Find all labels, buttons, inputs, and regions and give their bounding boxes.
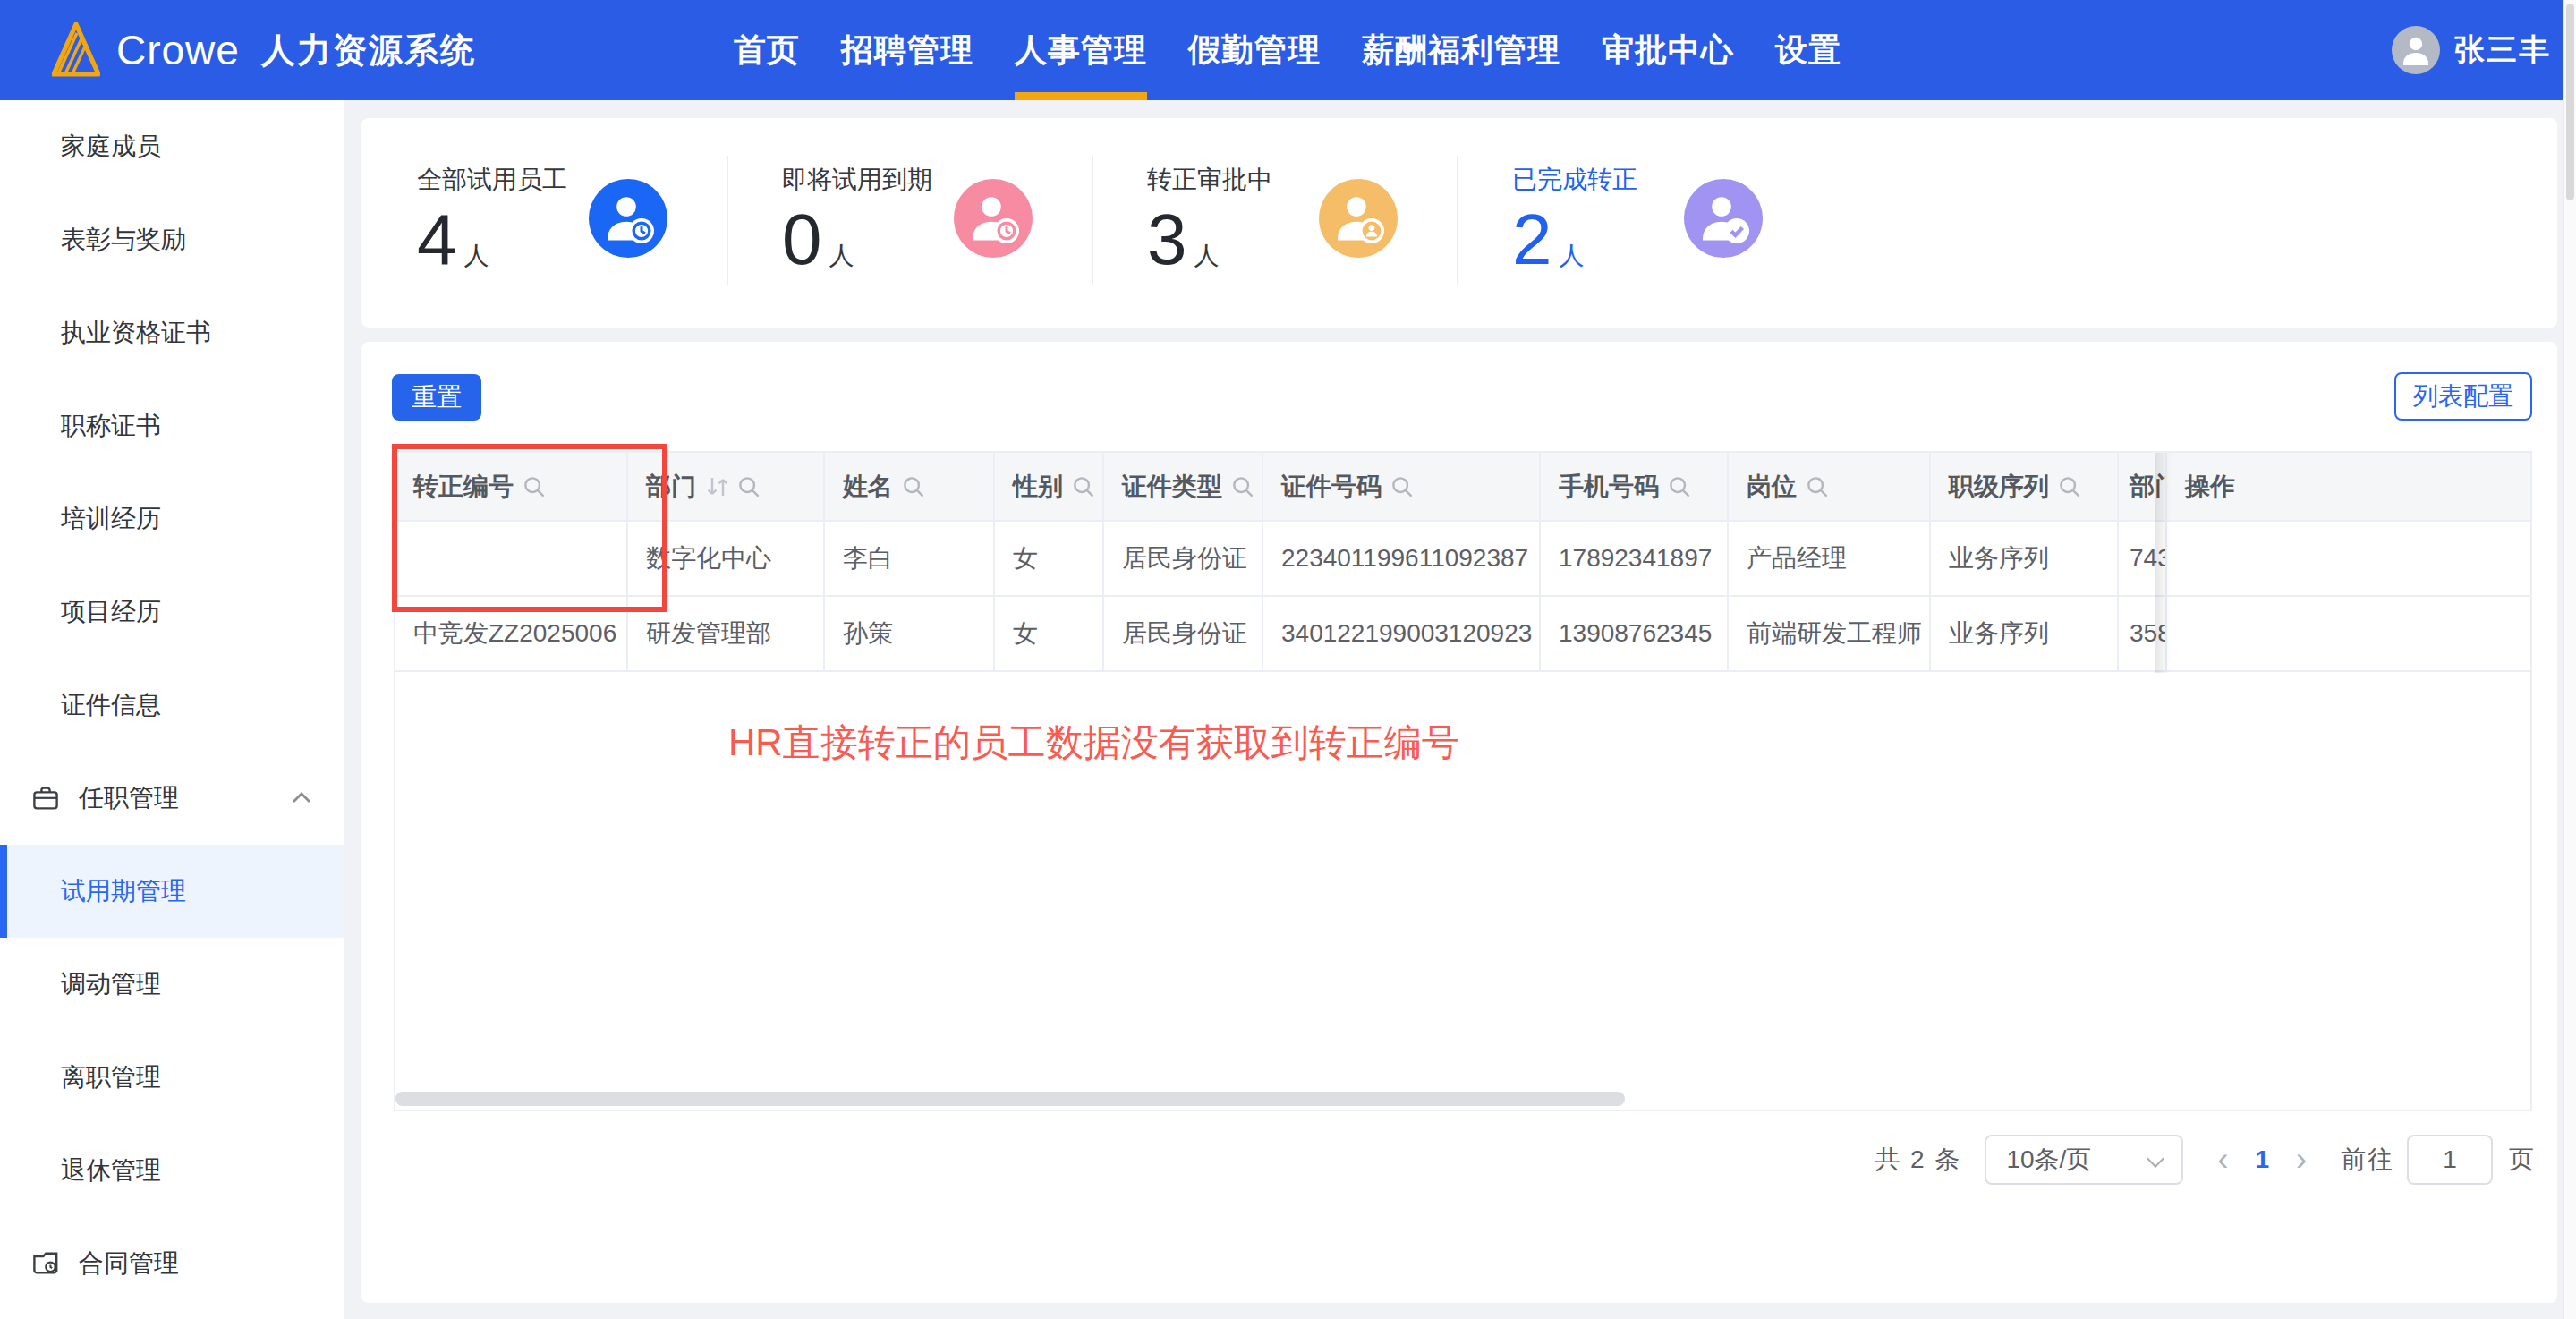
page-scrollbar[interactable]: [2563, 0, 2576, 1319]
brand-name: Crowe: [116, 26, 240, 74]
user-name: 张三丰: [2454, 30, 2551, 71]
page-size-select[interactable]: 10条/页: [1985, 1135, 2183, 1185]
search-icon[interactable]: [1668, 475, 1691, 498]
sidebar-item-probation[interactable]: 试用期管理: [0, 845, 344, 938]
nav-item-approval[interactable]: 审批中心: [1581, 0, 1755, 100]
probation-table: 转正编号 部门 姓名 性别 证件类型 证件号码 手机号码 岗位 职级序列 部门 …: [394, 451, 2532, 1111]
next-page-button[interactable]: ›: [2296, 1135, 2307, 1185]
col-header-id-type: 证件类型: [1103, 453, 1262, 521]
stat-value: 3: [1147, 199, 1187, 281]
user-badge-icon: [1319, 179, 1398, 258]
stat-value: 2: [1512, 199, 1552, 281]
list-config-button[interactable]: 列表配置: [2394, 372, 2532, 421]
col-header-position: 岗位: [1728, 453, 1930, 521]
stat-expiring[interactable]: 即将试用到期 0人: [727, 118, 1092, 328]
search-icon[interactable]: [2058, 475, 2081, 498]
sidebar: 家庭成员 表彰与奖励 执业资格证书 职称证书 培训经历 项目经历 证件信息 任职…: [0, 100, 344, 1319]
page-suffix: 页: [2509, 1143, 2534, 1177]
user-check-icon: [1684, 179, 1763, 258]
user-avatar-icon: [2392, 26, 2440, 74]
page-number-1[interactable]: 1: [2255, 1145, 2269, 1174]
top-navbar: Crowe 人力资源系统 首页 招聘管理 人事管理 假勤管理 薪酬福利管理 审批…: [0, 0, 2563, 100]
sidebar-item-resignation[interactable]: 离职管理: [0, 1031, 344, 1124]
col-header-name: 姓名: [824, 453, 994, 521]
chevron-up-icon: [292, 791, 311, 804]
sidebar-item-awards[interactable]: 表彰与奖励: [0, 193, 344, 286]
col-header-phone: 手机号码: [1540, 453, 1728, 521]
horizontal-scrollbar-thumb[interactable]: [395, 1092, 1625, 1106]
col-header-rank-series: 职级序列: [1930, 453, 2118, 521]
nav-item-attendance[interactable]: 假勤管理: [1168, 0, 1341, 100]
table-card: 重置 列表配置 转正编号 部门 姓名 性别 证件类型: [361, 342, 2557, 1303]
nav-item-personnel[interactable]: 人事管理: [994, 0, 1168, 100]
col-header-id-number: 证件号码: [1262, 453, 1540, 521]
sidebar-item-transfer[interactable]: 调动管理: [0, 938, 344, 1031]
search-icon[interactable]: [1231, 475, 1254, 498]
sidebar-item-title-cert[interactable]: 职称证书: [0, 379, 344, 472]
sidebar-item-projects[interactable]: 项目经历: [0, 566, 344, 659]
stat-completed[interactable]: 已完成转正 2人: [1457, 118, 1822, 328]
search-icon[interactable]: [1390, 475, 1414, 498]
col-header-regularization-no: 转正编号: [395, 453, 627, 521]
contract-icon: [32, 1250, 59, 1277]
product-title: 人力资源系统: [261, 28, 476, 73]
briefcase-icon: [32, 785, 59, 812]
goto-label: 前往: [2341, 1143, 2394, 1177]
annotation-text: HR直接转正的员工数据没有获取到转正编号: [728, 718, 1459, 768]
sidebar-item-family[interactable]: 家庭成员: [0, 100, 344, 193]
stats-card: 全部试用员工 4人 即将试用到期 0人: [361, 118, 2557, 328]
prev-page-button[interactable]: ‹: [2217, 1135, 2228, 1185]
sidebar-item-documents[interactable]: 证件信息: [0, 659, 344, 752]
nav-item-recruit[interactable]: 招聘管理: [820, 0, 994, 100]
stat-approving[interactable]: 转正审批中 3人: [1092, 118, 1457, 328]
col-header-gender: 性别: [994, 453, 1103, 521]
reset-button[interactable]: 重置: [392, 374, 481, 421]
sidebar-group-employment[interactable]: 任职管理: [0, 752, 344, 845]
sidebar-item-training[interactable]: 培训经历: [0, 472, 344, 566]
col-header-clipped: 部门: [2118, 453, 2166, 521]
stat-value: 0: [782, 199, 822, 281]
pagination-total: 共 2 条: [1875, 1143, 1961, 1177]
sidebar-group-contract[interactable]: 合同管理: [0, 1217, 344, 1310]
search-icon[interactable]: [523, 475, 546, 498]
user-menu[interactable]: 张三丰: [2392, 0, 2551, 100]
page: Crowe 人力资源系统 首页 招聘管理 人事管理 假勤管理 薪酬福利管理 审批…: [0, 0, 2576, 1319]
col-header-department: 部门: [627, 453, 824, 521]
table-row[interactable]: 中竞发ZZ2025006 研发管理部 孙策 女 居民身份证 3401221990…: [395, 596, 2530, 671]
stat-value: 4: [417, 199, 457, 281]
col-header-actions: 操作: [2166, 453, 2530, 521]
chevron-down-icon: [2147, 1150, 2165, 1168]
nav-item-home[interactable]: 首页: [713, 0, 820, 100]
search-icon[interactable]: [1072, 475, 1095, 498]
user-clock-icon: [954, 179, 1033, 258]
nav-item-settings[interactable]: 设置: [1755, 0, 1862, 100]
user-clock-icon: [589, 179, 667, 258]
search-icon[interactable]: [1806, 475, 1829, 498]
brand: Crowe 人力资源系统: [0, 22, 476, 78]
nav-menu: 首页 招聘管理 人事管理 假勤管理 薪酬福利管理 审批中心 设置: [713, 0, 1862, 100]
search-icon[interactable]: [902, 475, 925, 498]
stat-all-probation[interactable]: 全部试用员工 4人: [361, 118, 727, 328]
crowe-logo-icon: [52, 22, 100, 78]
sort-icon[interactable]: [705, 475, 730, 498]
table-header-row: 转正编号 部门 姓名 性别 证件类型 证件号码 手机号码 岗位 职级序列 部门 …: [395, 453, 2530, 521]
nav-item-salary[interactable]: 薪酬福利管理: [1341, 0, 1581, 100]
main-content: 全部试用员工 4人 即将试用到期 0人: [344, 100, 2563, 1319]
search-icon[interactable]: [737, 475, 761, 498]
goto-page-input[interactable]: [2407, 1135, 2493, 1185]
sidebar-item-retirement[interactable]: 退休管理: [0, 1124, 344, 1217]
page-scrollbar-thumb[interactable]: [2566, 4, 2574, 200]
sidebar-item-qualification-cert[interactable]: 执业资格证书: [0, 286, 344, 379]
user-avatar: [2392, 26, 2440, 74]
pagination: 共 2 条 10条/页 ‹ 1 › 前往 页: [1875, 1135, 2534, 1185]
table-row[interactable]: 数字化中心 李白 女 居民身份证 223401199611092387 1789…: [395, 521, 2530, 596]
